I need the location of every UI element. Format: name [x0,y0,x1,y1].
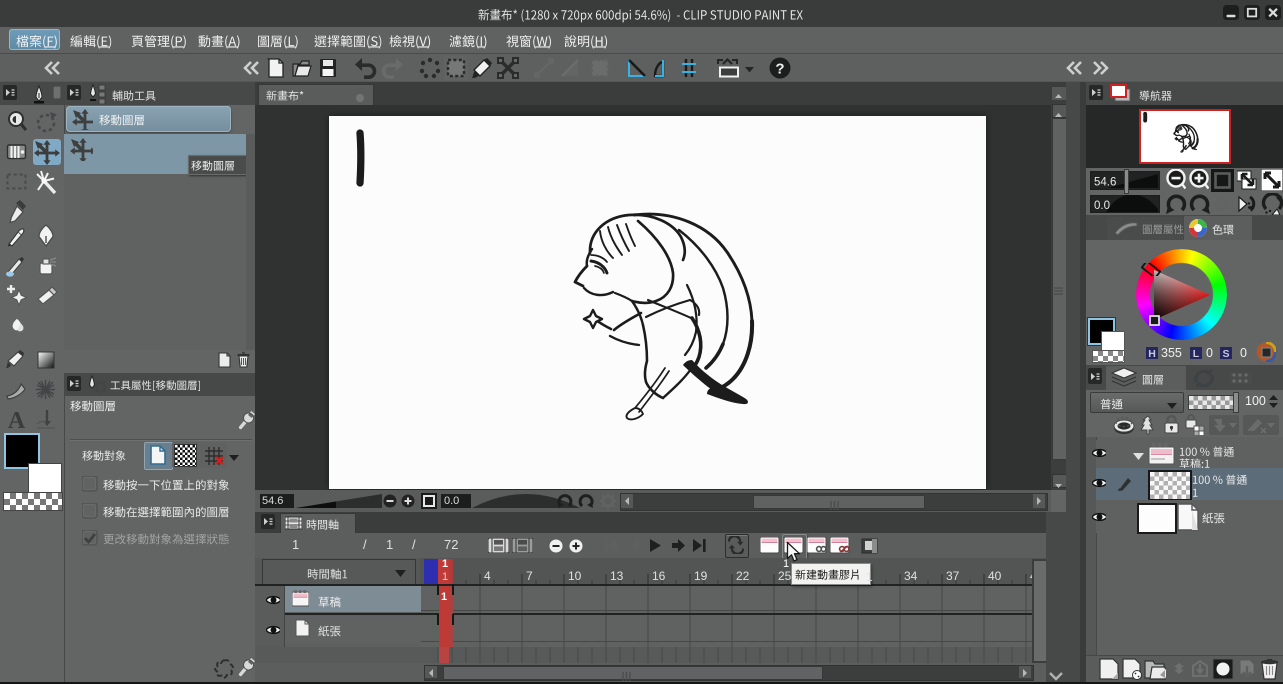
svg-text:H: H [1148,348,1156,359]
svg-text:54.6: 54.6 [1094,177,1116,189]
svg-text:S: S [1222,348,1229,359]
svg-text:L: L [1193,348,1200,359]
svg-text:0.0: 0.0 [1094,200,1110,212]
svg-text:A: A [8,408,26,433]
svg-text:?: ? [775,61,784,78]
